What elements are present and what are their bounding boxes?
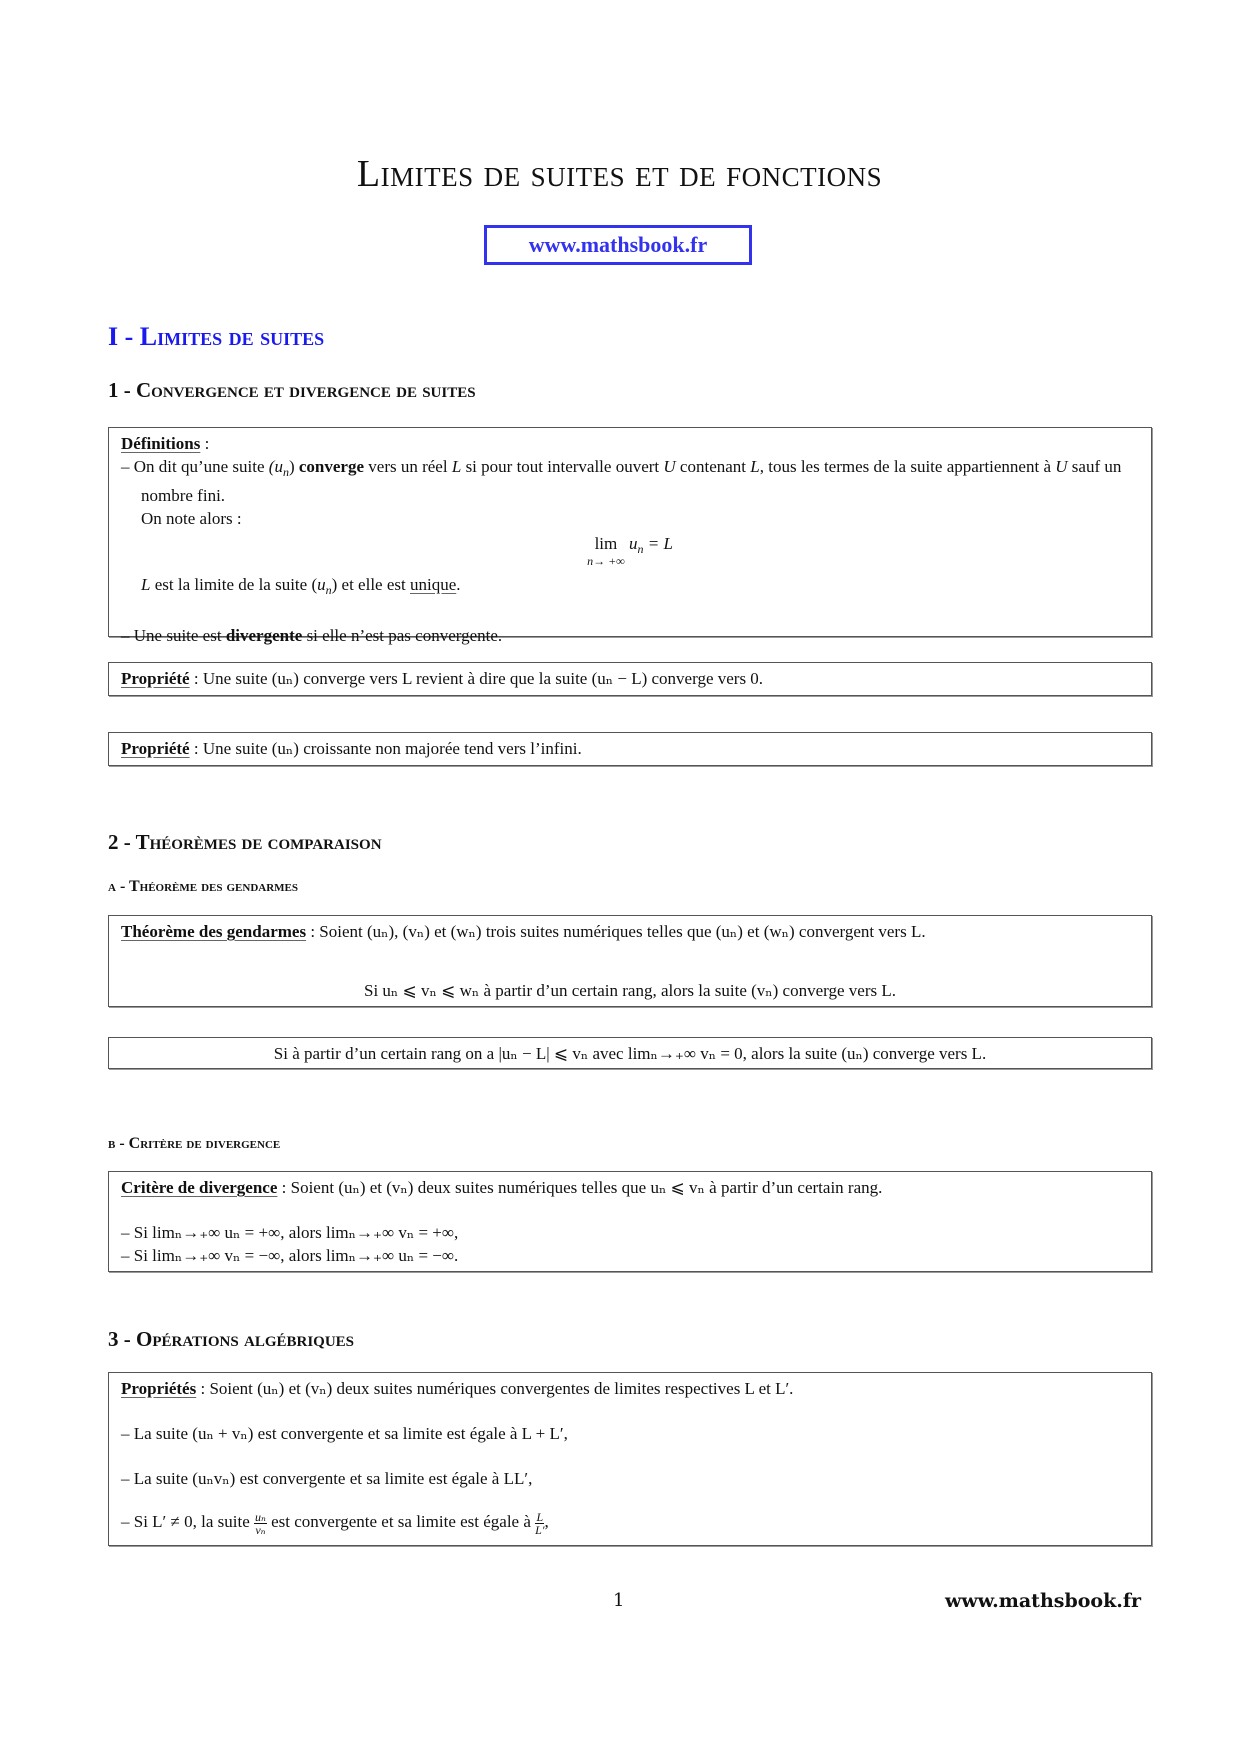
- property-text: : Une suite (uₙ) croissante non majorée …: [189, 739, 582, 758]
- properties-item: – La suite (uₙ + vₙ) est convergente et …: [121, 1424, 568, 1443]
- properties-item: – Si L′ ≠ 0, la suite uₙ vₙ est convergen…: [121, 1510, 1139, 1536]
- text: est convergente et sa limite est égale à: [266, 1512, 536, 1531]
- subsubsection-heading-divergence: b - Critère de divergence: [108, 1135, 281, 1152]
- property-label: Propriété: [121, 669, 190, 688]
- text: On dit qu’une suite: [133, 457, 269, 476]
- subsubsection-heading-gendarmes: a - Théorème des gendarmes: [108, 878, 299, 895]
- text: – Si L′ ≠ 0, la suite: [121, 1512, 254, 1531]
- site-link[interactable]: www.mathsbook.fr: [484, 225, 752, 265]
- text: , tous les termes de la suite appartienn…: [759, 457, 1056, 476]
- text: vers un réel: [364, 457, 452, 476]
- page-title: Limites de suites et de fonctions: [356, 153, 883, 195]
- term-converge: converge: [298, 457, 365, 476]
- properties-line-1: Propriétés : Soient (uₙ) et (vₙ) deux su…: [121, 1377, 1139, 1400]
- text: est la limite de la suite (: [150, 575, 318, 594]
- math: (u: [268, 457, 283, 476]
- lim-text: lim: [594, 534, 618, 553]
- text: si pour tout intervalle ouvert: [461, 457, 664, 476]
- criterion-line-1: Critère de divergence : Soient (uₙ) et (…: [121, 1176, 1139, 1199]
- subsection-heading-convergence: 1 - Convergence et divergence de suites: [108, 378, 476, 402]
- lim-subscript: n→ +∞: [587, 554, 625, 568]
- denominator: vₙ: [255, 1522, 266, 1537]
- text: ,: [544, 1512, 549, 1531]
- subsection-heading-comparaison: 2 - Théorèmes de comparaison: [108, 830, 382, 854]
- text: si elle n’est pas convergente.: [302, 626, 503, 645]
- numerator: uₙ: [254, 1509, 267, 1524]
- text: Une suite est: [133, 626, 226, 645]
- math: U: [1055, 457, 1068, 476]
- criterion-item: – Si limₙ→₊∞ uₙ = +∞, alors limₙ→₊∞ vₙ =…: [121, 1223, 459, 1242]
- definition-divergente: – Une suite est divergente si elle n’est…: [121, 626, 503, 645]
- theorem-gendarmes-box: Théorème des gendarmes : Soient (uₙ), (v…: [108, 915, 1152, 1007]
- math: L: [451, 457, 462, 476]
- criterion-label: Critère de divergence: [121, 1178, 278, 1197]
- property-label: Propriété: [121, 739, 190, 758]
- colon: :: [200, 434, 210, 453]
- footer-site: www.mathsbook.fr: [945, 1590, 1142, 1612]
- text: contenant: [675, 457, 751, 476]
- theorem-label: Théorème des gendarmes: [121, 922, 307, 941]
- section-heading-limites-de-suites: I - Limites de suites: [108, 322, 325, 351]
- criterion-item: – Si limₙ→₊∞ vₙ = −∞, alors limₙ→₊∞ uₙ =…: [121, 1246, 459, 1265]
- criterion-text: : Soient (uₙ) et (vₙ) deux suites numéri…: [277, 1178, 883, 1197]
- property-text: : Une suite (uₙ) converge vers L revient…: [189, 669, 764, 688]
- math: = L: [643, 534, 673, 553]
- criterion-box: Critère de divergence : Soient (uₙ) et (…: [108, 1171, 1152, 1272]
- definitions-box: Définitions : – On dit qu’une suite (un)…: [108, 427, 1152, 645]
- term-divergente: divergente: [225, 626, 303, 645]
- math: ): [288, 457, 295, 476]
- math: U: [663, 457, 676, 476]
- subsection-heading-operations: 3 - Opérations algébriques: [108, 1327, 355, 1351]
- theorem-line-2: Si uₙ ⩽ vₙ ⩽ wₙ à partir d’un certain ra…: [363, 981, 897, 1000]
- theorem-text: : Soient (uₙ), (vₙ) et (wₙ) trois suites…: [306, 922, 926, 941]
- unique-line: L est la limite de la suite (un) et elle…: [121, 573, 1139, 602]
- corollary-box: Si à partir d’un certain rang on a |uₙ −…: [108, 1037, 1152, 1069]
- definition-converge: – On dit qu’une suite (un) converge vers…: [121, 457, 1122, 505]
- limit-formula: lim n→ +∞ un = L: [121, 532, 1139, 567]
- theorem-line-1: Théorème des gendarmes : Soient (uₙ), (v…: [121, 920, 1139, 943]
- properties-item: – La suite (uₙvₙ) est convergente et sa …: [121, 1469, 533, 1488]
- definitions-header: Définitions :: [121, 432, 1139, 455]
- text: .: [456, 575, 461, 594]
- term-unique: unique: [409, 575, 457, 594]
- property-box-2: Propriété : Une suite (uₙ) croissante no…: [108, 732, 1152, 766]
- math: u: [317, 575, 326, 594]
- property-box-1: Propriété : Une suite (uₙ) converge vers…: [108, 662, 1152, 696]
- definitions-label: Définitions: [121, 434, 201, 453]
- properties-text: : Soient (uₙ) et (vₙ) deux suites numéri…: [196, 1379, 794, 1398]
- properties-label: Propriétés: [121, 1379, 197, 1398]
- text: ) et elle est: [331, 575, 410, 594]
- page-number: 1: [613, 1590, 625, 1611]
- numerator: L: [535, 1509, 545, 1524]
- math: L: [750, 457, 760, 476]
- operations-properties-box: Propriétés : Soient (uₙ) et (vₙ) deux su…: [108, 1372, 1152, 1546]
- fraction-un-vn: uₙ vₙ: [254, 1511, 267, 1536]
- lim-operator: lim n→ +∞: [587, 532, 625, 567]
- note-line: On note alors :: [141, 509, 242, 528]
